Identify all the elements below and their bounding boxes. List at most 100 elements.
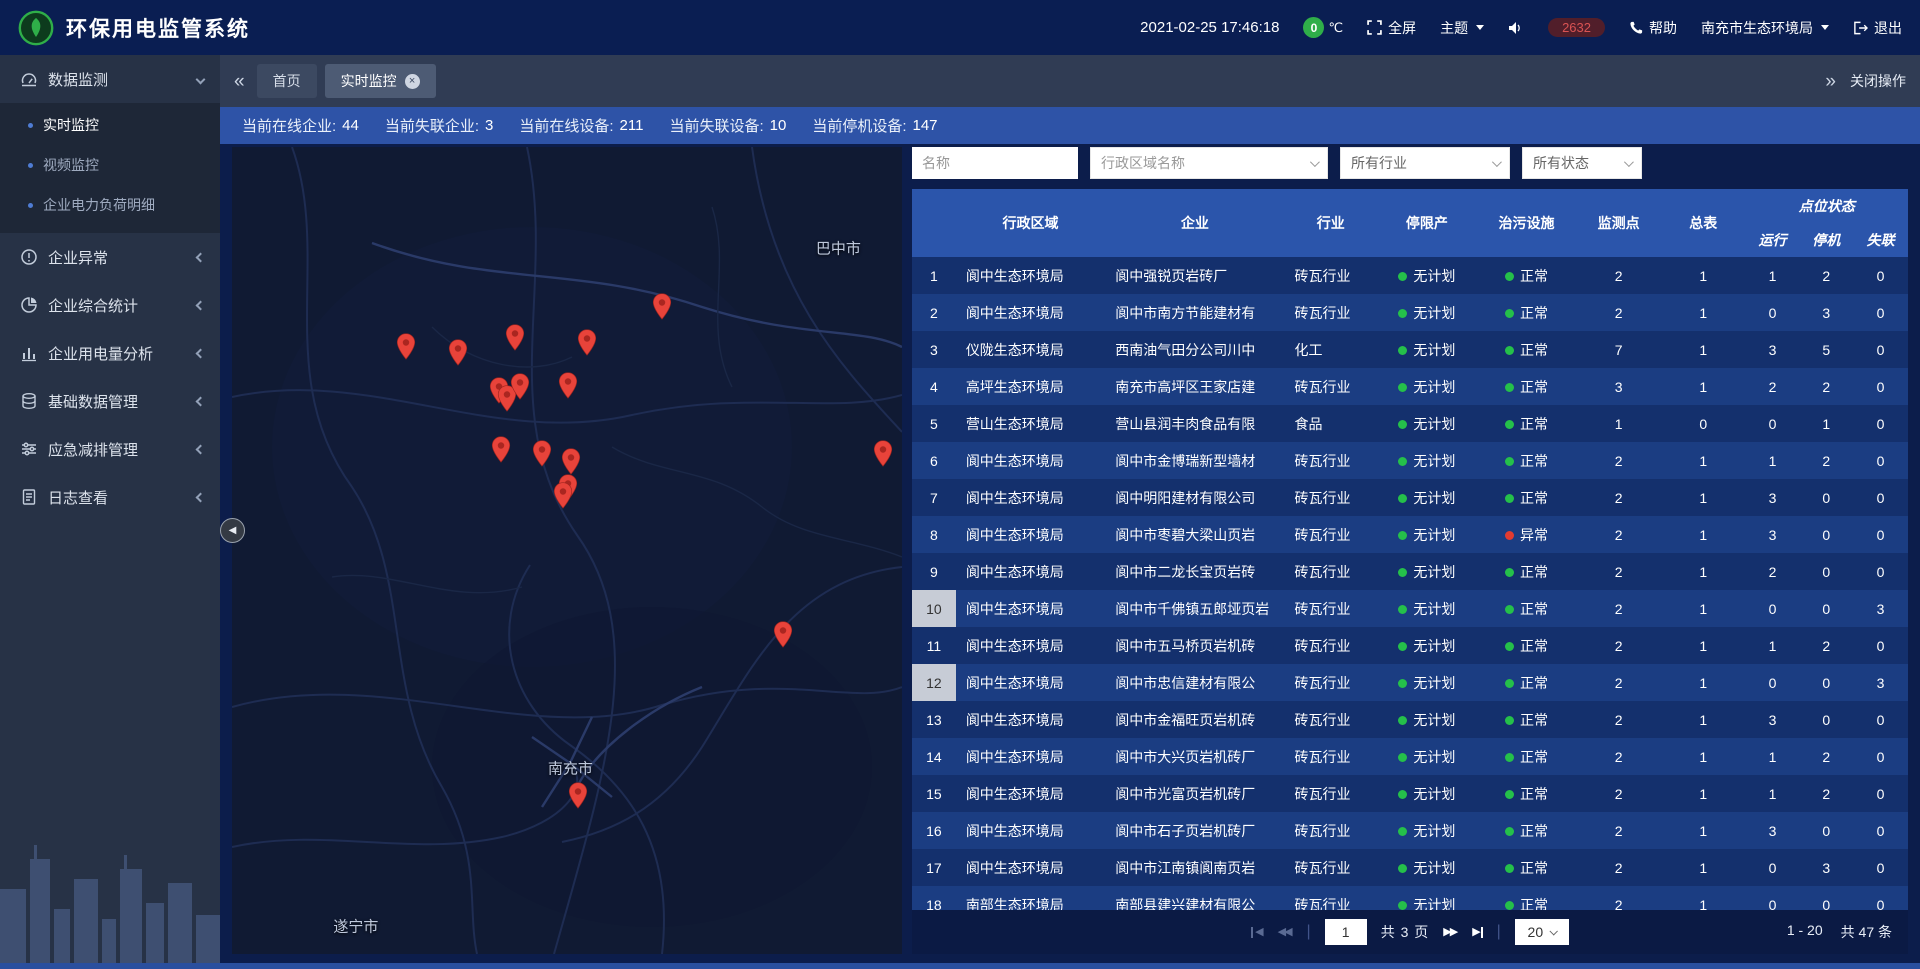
table-row[interactable]: 8阆中生态环境局阆中市枣碧大梁山页岩砖瓦行业无计划异常21300 (912, 516, 1908, 553)
map-panel[interactable]: 巴中市南充市遂宁市 ◀ (232, 147, 902, 954)
map-pin-icon[interactable] (774, 621, 793, 648)
status-dot-icon (1398, 605, 1407, 614)
table-row[interactable]: 4高坪生态环境局南充市高坪区王家店建砖瓦行业无计划正常31220 (912, 368, 1908, 405)
org-dropdown[interactable]: 南充市生态环境局 (1701, 18, 1829, 38)
table-container: 行政区域企业行业停限产治污设施监测点总表点位状态运行停机失联 1阆中生态环境局阆… (912, 189, 1908, 910)
map-city-label: 巴中市 (816, 237, 861, 258)
table-row[interactable]: 9阆中生态环境局阆中市二龙长宝页岩砖砖瓦行业无计划正常21200 (912, 553, 1908, 590)
cell-stopped: 0 (1799, 886, 1853, 910)
table-row[interactable]: 11阆中生态环境局阆中市五马桥页岩机砖砖瓦行业无计划正常21120 (912, 627, 1908, 664)
sidebar-group[interactable]: 企业综合统计 (0, 281, 220, 329)
cell-region: 阆中生态环境局 (956, 775, 1105, 812)
sidebar-item[interactable]: 视频监控 (0, 145, 220, 185)
table-row[interactable]: 15阆中生态环境局阆中市光富页岩机砖厂砖瓦行业无计划正常21120 (912, 775, 1908, 812)
notice-count-badge[interactable]: 2632 (1548, 18, 1605, 37)
cell-total-meters: 1 (1661, 294, 1746, 331)
logout-button[interactable]: 退出 (1853, 18, 1902, 38)
region-filter-select[interactable]: 行政区域名称 (1090, 147, 1328, 179)
tab-active[interactable]: 实时监控× (325, 64, 436, 98)
status-dot-icon (1398, 642, 1407, 651)
map-pin-icon[interactable] (558, 372, 577, 399)
page-input[interactable] (1325, 919, 1367, 945)
table-row[interactable]: 6阆中生态环境局阆中市金博瑞新型墙材砖瓦行业无计划正常21120 (912, 442, 1908, 479)
map-pin-icon[interactable] (533, 440, 552, 467)
stats-bar: 当前在线企业:44当前失联企业:3当前在线设备:211当前失联设备:10当前停机… (220, 107, 1920, 144)
stat-label: 当前在线设备: (519, 115, 613, 136)
map-pin-icon[interactable] (553, 482, 572, 509)
table-row[interactable]: 5营山生态环境局营山县润丰肉食品有限食品无计划正常10010 (912, 405, 1908, 442)
prev-page-button[interactable]: ◀◀ (1278, 927, 1293, 938)
cell-index: 14 (912, 738, 956, 775)
theme-dropdown[interactable]: 主题 (1440, 18, 1484, 38)
sub-column-header: 失联 (1853, 223, 1908, 257)
next-page-button[interactable]: ▶▶ (1443, 927, 1458, 938)
sidebar-group[interactable]: 应急减排管理 (0, 425, 220, 473)
tab-item[interactable]: 首页 (257, 64, 317, 98)
map-pin-icon[interactable] (492, 436, 511, 463)
sidebar-group[interactable]: 企业异常 (0, 233, 220, 281)
sidebar-item[interactable]: 企业电力负荷明细 (0, 185, 220, 225)
name-filter-input[interactable] (912, 147, 1078, 179)
cell-monitor-points: 2 (1576, 516, 1661, 553)
close-operations-button[interactable]: 关闭操作 (1850, 71, 1906, 91)
page-size-select[interactable]: 20 (1515, 919, 1569, 945)
map-pin-icon[interactable] (569, 782, 588, 809)
cell-monitor-points: 2 (1576, 590, 1661, 627)
pager-summary: 1 - 20 共 47 条 (1787, 922, 1892, 942)
cell-total-meters: 1 (1661, 479, 1746, 516)
table-row[interactable]: 16阆中生态环境局阆中市石子页岩机砖厂砖瓦行业无计划正常21300 (912, 812, 1908, 849)
industry-filter-select[interactable]: 所有行业 (1340, 147, 1510, 179)
sidebar-group[interactable]: 数据监测 (0, 55, 220, 103)
sidebar-group[interactable]: 日志查看 (0, 473, 220, 521)
table-row[interactable]: 10阆中生态环境局阆中市千佛镇五郎垭页岩砖瓦行业无计划正常21003 (912, 590, 1908, 627)
fullscreen-label: 全屏 (1388, 18, 1416, 38)
fullscreen-icon (1367, 20, 1382, 35)
bottom-edge-decoration (0, 963, 1920, 969)
cell-company: 阆中强锐页岩砖厂 (1105, 257, 1284, 294)
sidebar-group[interactable]: 基础数据管理 (0, 377, 220, 425)
status-dot-icon (1398, 716, 1407, 725)
table-row[interactable]: 7阆中生态环境局阆中明阳建材有限公司砖瓦行业无计划正常21300 (912, 479, 1908, 516)
table-row[interactable]: 18南部生态环境局南部县建兴建材有限公砖瓦行业无计划正常21000 (912, 886, 1908, 910)
map-pin-icon[interactable] (874, 440, 893, 467)
status-dot-icon (1398, 346, 1407, 355)
table-row[interactable]: 2阆中生态环境局阆中市南方节能建材有砖瓦行业无计划正常21030 (912, 294, 1908, 331)
map-pin-icon[interactable] (511, 373, 530, 400)
sidebar-item[interactable]: 实时监控 (0, 105, 220, 145)
app-logo-icon (18, 10, 54, 46)
announcement-button[interactable] (1508, 21, 1524, 35)
map-pin-icon[interactable] (397, 333, 416, 360)
cell-total-meters: 1 (1661, 849, 1746, 886)
map-pin-icon[interactable] (449, 339, 468, 366)
table-row[interactable]: 14阆中生态环境局阆中市大兴页岩机砖厂砖瓦行业无计划正常21120 (912, 738, 1908, 775)
cell-stopped: 3 (1799, 294, 1853, 331)
status-filter-select[interactable]: 所有状态 (1522, 147, 1642, 179)
table-row[interactable]: 3仪陇生态环境局西南油气田分公司川中化工无计划正常71350 (912, 331, 1908, 368)
table-row[interactable]: 12阆中生态环境局阆中市忠信建材有限公砖瓦行业无计划正常21003 (912, 664, 1908, 701)
table-row[interactable]: 17阆中生态环境局阆中市江南镇阆南页岩砖瓦行业无计划正常21030 (912, 849, 1908, 886)
tabs-scroll-right-icon[interactable]: » (1825, 72, 1836, 91)
help-button[interactable]: 帮助 (1629, 18, 1677, 38)
stat-value: 211 (620, 117, 644, 134)
cell-company: 阆中市金博瑞新型墙材 (1105, 442, 1284, 479)
table-row[interactable]: 1阆中生态环境局阆中强锐页岩砖厂砖瓦行业无计划正常21120 (912, 257, 1908, 294)
temperature-unit: ℃ (1328, 20, 1343, 36)
map-pin-icon[interactable] (562, 448, 581, 475)
status-dot-icon (1398, 309, 1407, 318)
first-page-button[interactable]: ◀ (1251, 927, 1263, 938)
fullscreen-button[interactable]: 全屏 (1367, 18, 1416, 38)
speaker-icon (1508, 21, 1524, 35)
cell-facility-status: 正常 (1477, 738, 1577, 775)
map-pin-icon[interactable] (578, 329, 597, 356)
last-page-button[interactable]: ▶ (1472, 927, 1482, 938)
tab-close-icon[interactable]: × (405, 74, 420, 89)
cell-region: 高坪生态环境局 (956, 368, 1105, 405)
tabs-scroll-left-icon[interactable]: « (234, 72, 245, 91)
map-pin-icon[interactable] (505, 324, 524, 351)
map-pin-icon[interactable] (653, 293, 672, 320)
sidebar-group[interactable]: 企业用电量分析 (0, 329, 220, 377)
status-text: 异常 (1520, 527, 1548, 543)
pager-divider: | (1497, 923, 1501, 941)
table-row[interactable]: 13阆中生态环境局阆中市金福旺页岩机砖砖瓦行业无计划正常21300 (912, 701, 1908, 738)
cell-running: 0 (1746, 849, 1800, 886)
